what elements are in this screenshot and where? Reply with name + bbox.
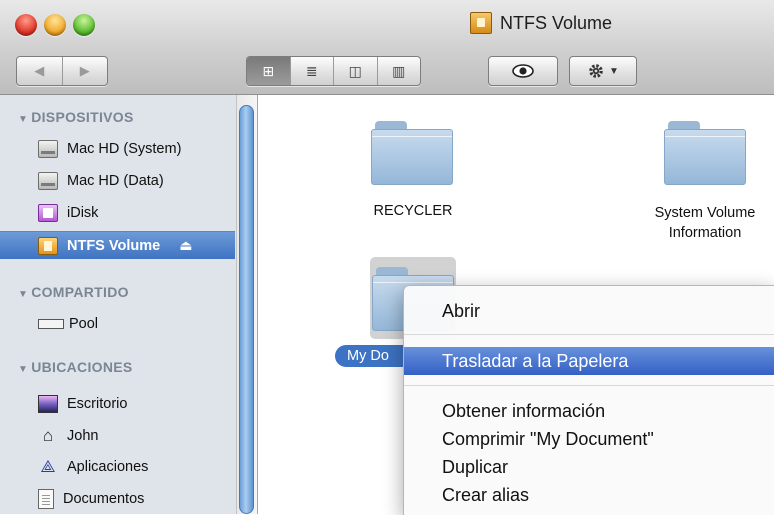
gear-icon: ▼ [570, 57, 636, 85]
view-mode-control: ⊞ ≣ ◫ ▥ [246, 56, 421, 86]
folder-icon[interactable] [664, 121, 746, 185]
file-name-system-volume-information[interactable]: System Volume Information [620, 203, 774, 243]
network-drive-icon [38, 319, 64, 329]
desktop-icon [38, 395, 58, 413]
disclosure-triangle-icon: ▼ [18, 289, 29, 300]
sidebar-item-mac-hd-system[interactable]: Mac HD (System) [38, 136, 228, 162]
zoom-button[interactable] [73, 14, 95, 36]
window-title: NTFS Volume [470, 11, 612, 35]
back-forward-control: ◀ ▶ [16, 56, 108, 86]
column-view-button[interactable]: ◫ [334, 57, 378, 85]
sidebar: ▼ DISPOSITIVOS Mac HD (System) Mac HD (Da… [0, 95, 258, 514]
menu-item-abrir[interactable]: Abrir [404, 297, 774, 325]
list-view-button[interactable]: ≣ [291, 57, 334, 85]
sidebar-item-mac-hd-data[interactable]: Mac HD (Data) [38, 168, 228, 194]
idisk-icon [38, 204, 58, 222]
context-menu: Abrir Trasladar a la Papelera Obtener in… [403, 285, 774, 515]
sidebar-section-places[interactable]: ▼ UBICACIONES [18, 359, 133, 375]
sidebar-item-john[interactable]: ⌂ John [38, 423, 228, 449]
sidebar-section-shared[interactable]: ▼ COMPARTIDO [18, 284, 129, 300]
hard-drive-icon [38, 172, 58, 190]
menu-item-trasladar-a-la-papelera[interactable]: Trasladar a la Papelera [404, 347, 774, 375]
window-title-text: NTFS Volume [500, 12, 613, 33]
sidebar-item-pool[interactable]: Pool [38, 311, 228, 337]
home-icon: ⌂ [42, 426, 54, 445]
sidebar-item-escritorio[interactable]: Escritorio [38, 391, 228, 417]
sidebar-section-devices[interactable]: ▼ DISPOSITIVOS [18, 109, 134, 125]
ntfs-volume-icon [470, 12, 492, 34]
action-menu-button[interactable]: ▼ [569, 56, 637, 86]
sidebar-item-documentos[interactable]: Documentos [38, 486, 228, 512]
quicklook-button[interactable] [488, 56, 558, 86]
sidebar-item-idisk[interactable]: iDisk [38, 200, 228, 226]
minimize-button[interactable] [44, 14, 66, 36]
window-titlebar: NTFS Volume ◀ ▶ ⊞ ≣ ◫ ▥ ▼ [0, 0, 774, 95]
hard-drive-icon [38, 140, 58, 158]
menu-separator [404, 334, 774, 335]
eye-icon [489, 57, 557, 85]
menu-separator [404, 385, 774, 386]
menu-item-comprimir[interactable]: Comprimir "My Document" [404, 425, 774, 453]
menu-item-crear-alias[interactable]: Crear alias [404, 481, 774, 509]
close-button[interactable] [15, 14, 37, 36]
menu-item-duplicar[interactable]: Duplicar [404, 453, 774, 481]
forward-button[interactable]: ▶ [63, 57, 108, 85]
back-button[interactable]: ◀ [17, 57, 63, 85]
eject-icon[interactable]: ⏏ [179, 237, 192, 254]
sidebar-item-aplicaciones[interactable]: ⟁ Aplicaciones [38, 454, 228, 480]
folder-icon[interactable] [371, 121, 453, 185]
file-name-recycler[interactable]: RECYCLER [348, 203, 478, 219]
icon-view-button[interactable]: ⊞ [247, 57, 291, 85]
sidebar-scrollbar-thumb[interactable] [239, 105, 254, 514]
sidebar-item-ntfs-volume[interactable]: NTFS Volume ⏏ [0, 231, 235, 259]
documents-icon [38, 489, 54, 509]
disclosure-triangle-icon: ▼ [18, 364, 29, 375]
coverflow-view-button[interactable]: ▥ [378, 57, 421, 85]
ntfs-volume-icon [38, 236, 58, 255]
menu-item-obtener-informacion[interactable]: Obtener información [404, 397, 774, 425]
chevron-down-icon: ▼ [609, 65, 619, 77]
disclosure-triangle-icon: ▼ [18, 114, 29, 125]
applications-icon: ⟁ [40, 457, 56, 476]
